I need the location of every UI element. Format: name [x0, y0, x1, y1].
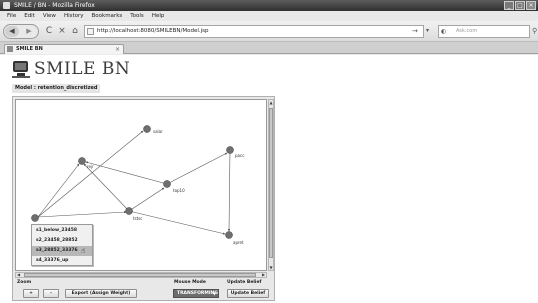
url-text: http://localhost:8080/SMILEBN/Model.jsp	[97, 28, 209, 34]
back-button[interactable]: ◀	[5, 26, 19, 37]
node-label-rejr: rejr	[87, 164, 94, 169]
node-label-pacc: pacc	[235, 153, 244, 158]
node-rejr	[78, 157, 86, 165]
network-applet: salar rejr pacc top10 tstsc apret s1_bel…	[12, 96, 275, 301]
edge-n3-n6	[227, 149, 231, 232]
node-label-top10: top10	[173, 188, 185, 193]
scroll-left-icon[interactable]: ◀	[16, 273, 21, 277]
menu-help[interactable]: Help	[152, 11, 165, 21]
minimize-button[interactable]: _	[504, 1, 514, 10]
stop-icon[interactable]: ×	[57, 26, 67, 36]
node-salar	[143, 125, 151, 133]
menu-tools[interactable]: Tools	[130, 11, 144, 21]
url-input[interactable]: http://localhost:8080/SMILEBN/Model.jsp	[84, 25, 424, 38]
export-assign-weight-button[interactable]: Export (Assign Weight)	[65, 289, 137, 298]
menu-view[interactable]: View	[43, 11, 56, 21]
edge-n7-n2	[37, 163, 80, 218]
tab-label: SMILE BN	[16, 46, 43, 52]
reload-icon[interactable]: C	[44, 26, 54, 36]
menu-edit[interactable]: Edit	[24, 11, 35, 21]
mouse-mode-select[interactable]: TRANSFORMING ▼	[173, 289, 219, 298]
search-input[interactable]: ◐ Ask.com	[438, 25, 530, 38]
edge-n4-n3	[166, 152, 228, 185]
state-context-menu: s1_below_23458 s2_23458_28852 s3_28852_3…	[31, 224, 93, 266]
page-icon	[87, 28, 94, 35]
search-icon[interactable]: ⚲	[532, 26, 537, 36]
navigation-toolbar: ◀ ▶ C × ⌂ http://localhost:8080/SMILEBN/…	[0, 21, 538, 42]
update-belief-title: Update Belief	[227, 280, 262, 285]
node-label-apret: apret	[233, 240, 244, 245]
edge-n7-n1	[37, 130, 144, 218]
home-icon[interactable]: ⌂	[70, 26, 80, 36]
computer-icon	[12, 60, 30, 78]
zoom-in-button[interactable]: +	[23, 289, 39, 298]
browser-window: SMILE / BN - Mozilla Firefox _ □ × File …	[0, 0, 538, 303]
edge-n4-n2	[85, 161, 168, 185]
logo-text: SMILE BN	[34, 59, 131, 79]
model-label: Model : retention_discretized	[12, 84, 101, 93]
url-dropdown-icon[interactable]: ▾	[426, 26, 429, 36]
menu-history[interactable]: History	[64, 11, 84, 21]
tab-close-icon[interactable]: ×	[115, 45, 120, 54]
node-apret	[225, 231, 233, 239]
scroll-down-icon[interactable]: ▼	[269, 265, 273, 270]
scroll-right-icon[interactable]: ▶	[261, 273, 266, 277]
edge-n7-n5	[37, 210, 127, 218]
update-belief-button[interactable]: Update Belief	[227, 289, 269, 298]
menu-item-state-4[interactable]: s4_33376_up	[32, 256, 92, 266]
node-tstsc	[125, 207, 133, 215]
menu-bar: File Edit View History Bookmarks Tools H…	[0, 11, 538, 21]
search-placeholder: Ask.com	[456, 28, 478, 34]
hand-cursor-icon: ☝	[81, 247, 86, 255]
menu-file[interactable]: File	[7, 11, 16, 21]
edge-n5-n6	[128, 210, 226, 235]
applet-controls: Zoom + - Export (Assign Weight) Mouse Mo…	[15, 280, 274, 301]
firefox-icon	[3, 2, 10, 9]
edge-n5-n2	[83, 163, 130, 212]
node-selected	[31, 214, 39, 222]
vertical-scrollbar[interactable]: ▲ ▼	[268, 99, 274, 271]
tab-favicon-icon	[7, 46, 13, 52]
edge-n5-n4	[128, 187, 165, 212]
page-content: SMILE BN Model : retention_discretized s…	[0, 55, 538, 303]
forward-button[interactable]: ▶	[22, 26, 36, 37]
mouse-mode-value: TRANSFORMING	[177, 291, 219, 296]
tab-strip: SMILE BN ×	[0, 42, 538, 54]
horizontal-scrollbar[interactable]: ◀ ▶	[15, 272, 267, 278]
chevron-down-icon: ▼	[212, 291, 216, 296]
node-label-salar: salar	[153, 129, 163, 134]
node-label-tstsc: tstsc	[133, 216, 143, 221]
title-bar: SMILE / BN - Mozilla Firefox _ □ ×	[0, 0, 538, 11]
smile-bn-logo: SMILE BN	[12, 58, 130, 80]
vertical-scroll-thumb[interactable]	[269, 108, 273, 258]
mouse-mode-title: Mouse Mode	[174, 280, 206, 285]
go-arrow-icon[interactable]: →	[412, 26, 418, 36]
search-engine-icon[interactable]: ◐	[441, 28, 446, 35]
window-controls: _ □ ×	[504, 1, 536, 10]
menu-item-state-1[interactable]: s1_below_23458	[32, 226, 92, 236]
close-button[interactable]: ×	[526, 1, 536, 10]
zoom-title: Zoom	[17, 280, 32, 285]
window-title: SMILE / BN - Mozilla Firefox	[14, 2, 95, 9]
zoom-out-button[interactable]: -	[43, 289, 59, 298]
node-top10	[163, 180, 171, 188]
tab-smile-bn[interactable]: SMILE BN ×	[4, 44, 124, 54]
menu-item-state-2[interactable]: s2_23458_28852	[32, 236, 92, 246]
menu-bookmarks[interactable]: Bookmarks	[92, 11, 123, 21]
node-pacc	[226, 146, 234, 154]
horizontal-scroll-thumb[interactable]	[24, 273, 256, 277]
scroll-up-icon[interactable]: ▲	[269, 100, 273, 105]
back-forward-group: ◀ ▶	[3, 24, 39, 39]
maximize-button[interactable]: □	[515, 1, 525, 10]
